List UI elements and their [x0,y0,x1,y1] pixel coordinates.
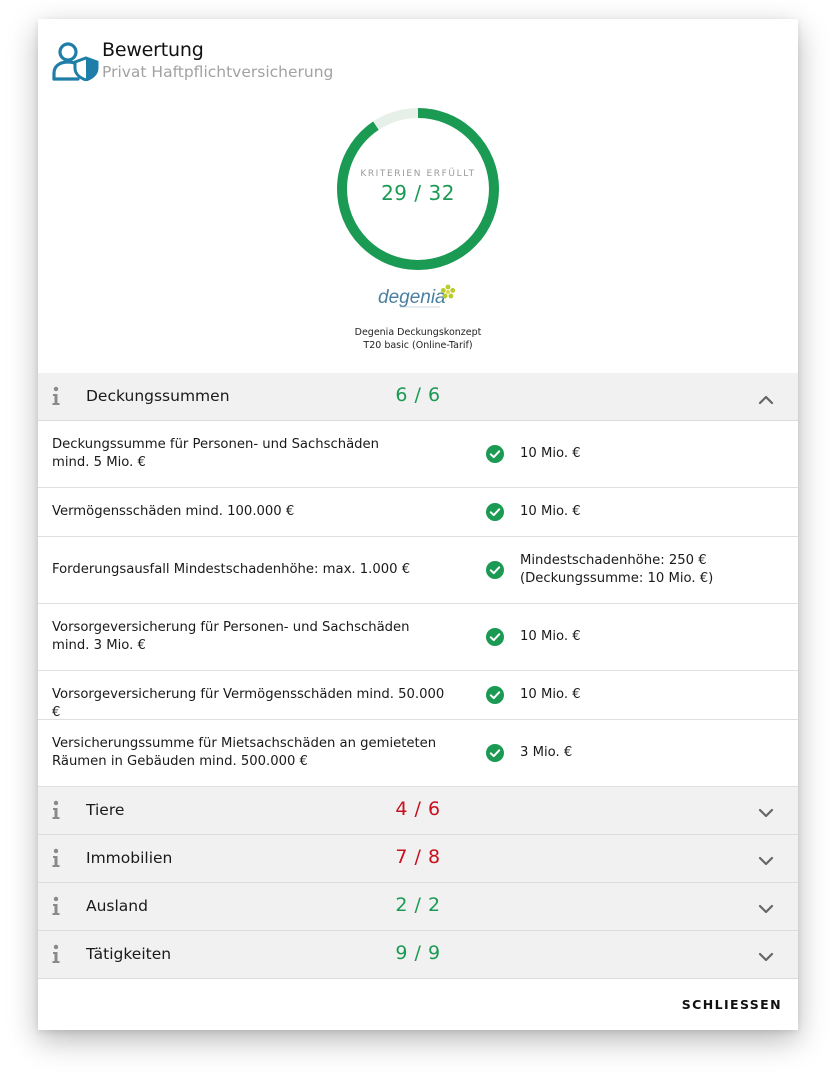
check-circle-icon [486,445,504,463]
chevron-down-icon[interactable] [758,804,774,818]
section-header-immobilien[interactable]: Immobilien 7 / 8 [38,835,798,883]
criterion-line: Versicherungssumme für Mietsachschäden a… [52,736,437,751]
degenia-logo: degenia [378,284,456,308]
criterion-text: Deckungssumme für Personen- und Sachschä… [52,436,452,472]
criterion-row: Vorsorgeversicherung für Vermögensschäde… [38,671,798,720]
criterion-row: Vorsorgeversicherung für Personen- und S… [38,604,798,671]
section-score: 2 / 2 [395,894,441,916]
dialog-subtitle: Privat Haftpflichtversicherung [102,63,334,81]
criterion-line: Forderungsausfall Mindestschadenhöhe: ma… [52,562,411,577]
criterion-text: Vorsorgeversicherung für Vermögensschäde… [52,686,452,722]
check-circle-icon [486,744,504,762]
chevron-up-icon[interactable] [758,390,774,405]
section-title: Immobilien [86,849,173,867]
close-button[interactable]: SCHLIESSEN [678,997,782,1012]
section-score: 6 / 6 [395,384,441,406]
chevron-down-icon[interactable] [758,900,774,914]
criterion-text: Vermögensschäden mind. 100.000 € [52,503,452,521]
criterion-row: Versicherungssumme für Mietsachschäden a… [38,720,798,787]
criterion-line: Räumen in Gebäuden mind. 500.000 € [52,754,308,769]
svg-text:degenia: degenia [378,287,446,308]
ring-caption: KRITERIEN ERFÜLLT [360,169,476,179]
criterion-value: 3 Mio. € [520,744,780,762]
ring-score: 29 / 32 [381,181,455,205]
criterion-line: Vorsorgeversicherung für Vermögensschäde… [52,687,445,720]
dialog-header: Bewertung Privat Haftpflichtversicherung [52,39,752,83]
criterion-row: Forderungsausfall Mindestschadenhöhe: ma… [38,537,798,604]
value-line: 10 Mio. € [520,446,581,461]
criterion-value: 10 Mio. € [520,628,780,646]
criterion-value: 10 Mio. € [520,503,780,521]
criterion-row: Vermögensschäden mind. 100.000 € 10 Mio. … [38,488,798,537]
value-line: 10 Mio. € [520,687,581,702]
section-score: 4 / 6 [395,798,441,820]
chevron-down-icon[interactable] [758,948,774,962]
criterion-line: Vorsorgeversicherung für Personen- und S… [52,620,410,635]
value-line: 10 Mio. € [520,629,581,644]
product-line-1: Degenia Deckungskonzept [354,327,482,338]
info-icon[interactable] [50,848,62,868]
value-line: 3 Mio. € [520,745,573,760]
criterion-value: 10 Mio. € [520,686,780,704]
info-icon[interactable] [50,386,62,406]
info-icon[interactable] [50,896,62,916]
value-line: 10 Mio. € [520,504,581,519]
product-name: Degenia Deckungskonzept T20 basic (Onlin… [268,326,568,352]
criterion-line: mind. 3 Mio. € [52,638,146,653]
info-icon[interactable] [50,800,62,820]
criterion-text: Forderungsausfall Mindestschadenhöhe: ma… [52,561,452,579]
section-header-tätigkeiten[interactable]: Tätigkeiten 9 / 9 [38,931,798,979]
criterion-line: Deckungssumme für Personen- und Sachschä… [52,437,380,452]
rating-dialog: Bewertung Privat Haftpflichtversicherung… [38,19,798,1030]
check-circle-icon [486,503,504,521]
criterion-value: 10 Mio. € [520,445,780,463]
check-circle-icon [486,686,504,704]
product-line-2: T20 basic (Online-Tarif) [363,340,473,351]
section-title: Tiere [86,801,125,819]
section-header-ausland[interactable]: Ausland 2 / 2 [38,883,798,931]
criterion-text: Vorsorgeversicherung für Personen- und S… [52,619,452,655]
value-line: Mindestschadenhöhe: 250 € [520,553,707,568]
user-shield-icon [52,42,99,81]
section-title: Tätigkeiten [86,945,172,963]
criterion-value: Mindestschadenhöhe: 250 € (Deckungssumme:… [520,552,780,588]
info-icon[interactable] [50,944,62,964]
check-circle-icon [486,561,504,579]
check-circle-icon [486,628,504,646]
criterion-text: Versicherungssumme für Mietsachschäden a… [52,735,452,771]
value-line: (Deckungssumme: 10 Mio. €) [520,571,714,586]
dialog-title: Bewertung [102,39,204,61]
criterion-row: Deckungssumme für Personen- und Sachschä… [38,421,798,488]
criterion-line: Vermögensschäden mind. 100.000 € [52,504,295,519]
criterion-line: mind. 5 Mio. € [52,455,146,470]
section-header-tiere[interactable]: Tiere 4 / 6 [38,787,798,835]
section-title: Deckungssummen [86,387,230,405]
section-title: Ausland [86,897,148,915]
chevron-down-icon[interactable] [758,852,774,866]
section-score: 7 / 8 [395,846,441,868]
section-score: 9 / 9 [395,942,441,964]
section-header-deckungssummen[interactable]: Deckungssummen 6 / 6 [38,373,798,421]
